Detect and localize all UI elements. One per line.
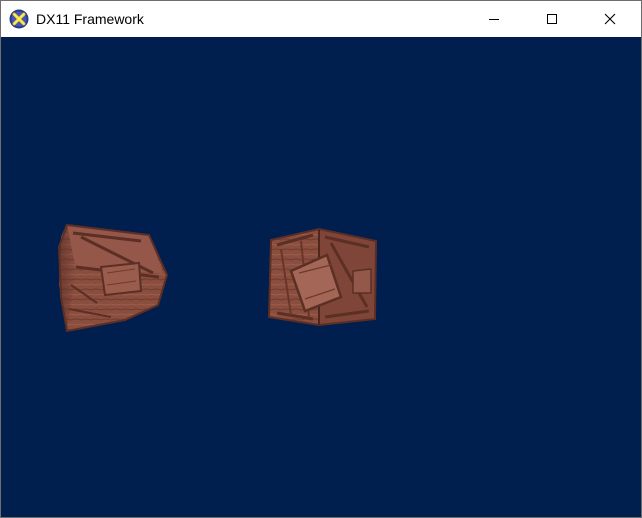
- maximize-button[interactable]: [529, 1, 575, 37]
- title-bar[interactable]: DX11 Framework: [1, 1, 641, 37]
- app-window: DX11 Framework: [0, 0, 642, 518]
- directx-x-icon[interactable]: [9, 9, 29, 29]
- scene-canvas: [57, 223, 378, 333]
- close-button[interactable]: [587, 1, 633, 37]
- render-viewport[interactable]: [1, 37, 641, 517]
- crate-right: [267, 227, 378, 327]
- window-title: DX11 Framework: [36, 11, 144, 27]
- close-icon: [604, 13, 616, 25]
- crate-left: [57, 223, 169, 333]
- minimize-button[interactable]: [471, 1, 517, 37]
- maximize-icon: [547, 14, 557, 24]
- minimize-icon: [489, 19, 499, 20]
